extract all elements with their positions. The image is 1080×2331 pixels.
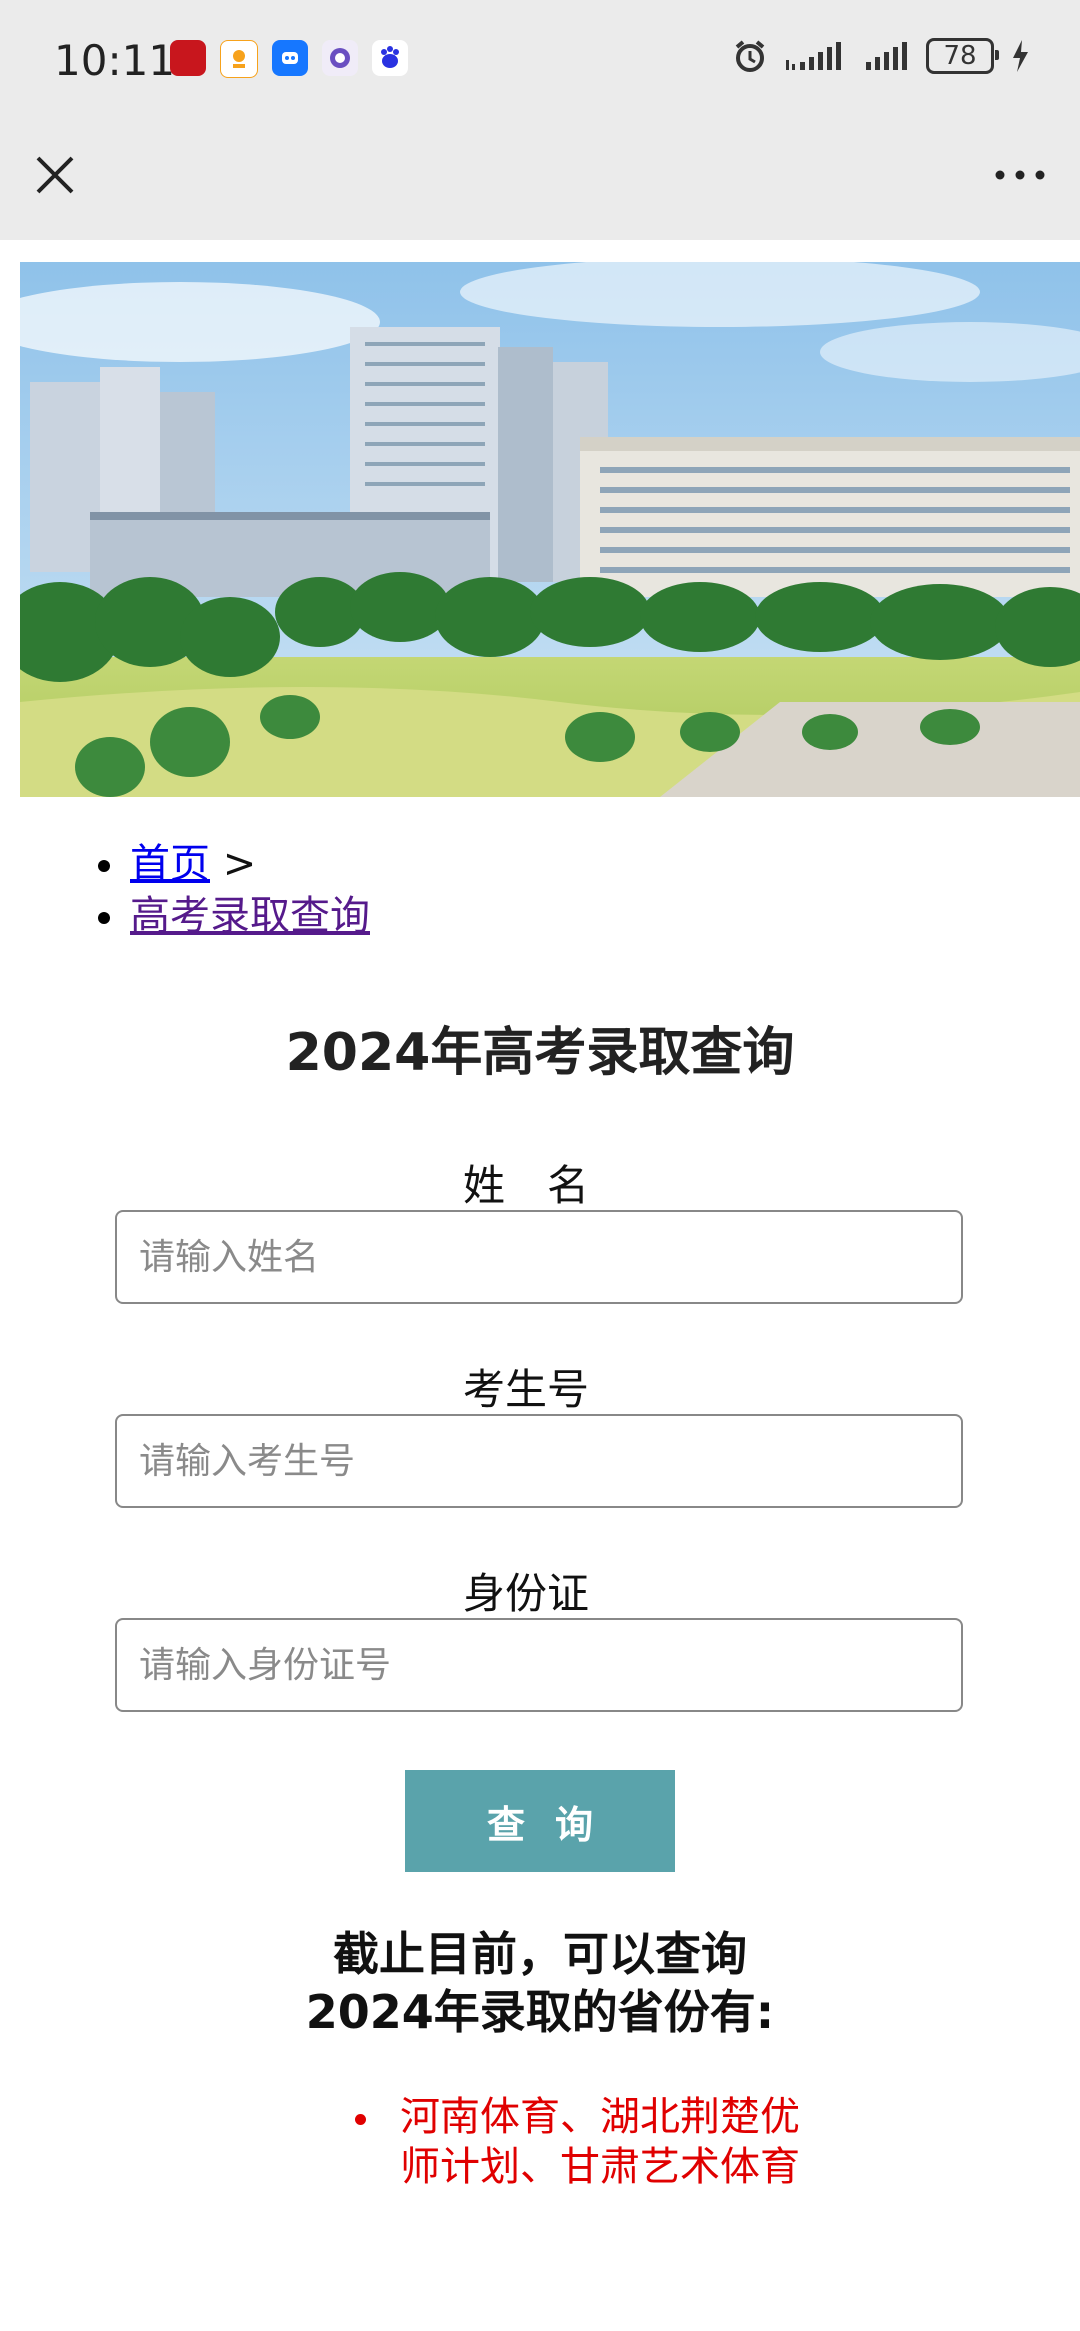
exam-number-label: 考生号 xyxy=(462,1365,589,1414)
breadcrumb-item-current: 高考录取查询 xyxy=(90,890,370,942)
province-list-item: 河南体育、湖北荆楚优师计划、甘肃艺术体育 xyxy=(355,2092,805,2192)
purple-app-icon xyxy=(322,40,358,76)
system-indicators: 78 xyxy=(732,38,1030,74)
close-icon[interactable] xyxy=(30,150,80,200)
battery-level: 78 xyxy=(943,41,977,71)
notice-line-1: 截止目前，可以查询 xyxy=(333,1927,747,1981)
name-input[interactable] xyxy=(115,1210,963,1304)
charging-icon xyxy=(1013,40,1028,72)
breadcrumb: 首页 > 高考录取查询 xyxy=(90,838,370,942)
query-notice: 截止目前，可以查询 2024年录取的省份有: xyxy=(0,1925,1080,2041)
home-link[interactable]: 首页 xyxy=(130,841,210,887)
breadcrumb-separator: > xyxy=(222,841,257,887)
status-bar: 10:11 78 xyxy=(0,0,1080,120)
id-card-input[interactable] xyxy=(115,1618,963,1712)
battery-indicator: 78 xyxy=(926,38,999,74)
blue-app-icon xyxy=(272,40,308,76)
campus-banner-image xyxy=(20,262,1080,797)
exam-number-input[interactable] xyxy=(115,1414,963,1508)
notification-icons xyxy=(170,40,408,78)
baidu-icon xyxy=(372,40,408,76)
admission-query-link[interactable]: 高考录取查询 xyxy=(130,893,370,939)
name-label: 姓 名 xyxy=(462,1161,589,1210)
signal-icon xyxy=(866,42,907,70)
orange-app-icon xyxy=(220,40,258,78)
alarm-icon xyxy=(735,40,765,72)
province-list: 河南体育、湖北荆楚优师计划、甘肃艺术体育 xyxy=(355,2092,805,2192)
page-title: 2024年高考录取查询 xyxy=(285,1023,795,1083)
xuexi-icon xyxy=(170,40,206,76)
breadcrumb-item-home: 首页 > xyxy=(90,838,370,890)
more-icon[interactable] xyxy=(990,160,1050,190)
status-time: 10:11 xyxy=(54,36,176,85)
id-card-label: 身份证 xyxy=(462,1569,589,1618)
notice-line-2: 2024年录取的省份有: xyxy=(305,1985,775,2039)
signal-hd-icon xyxy=(786,42,841,70)
browser-nav-bar xyxy=(0,120,1080,240)
query-button[interactable]: 查询 xyxy=(405,1770,675,1872)
